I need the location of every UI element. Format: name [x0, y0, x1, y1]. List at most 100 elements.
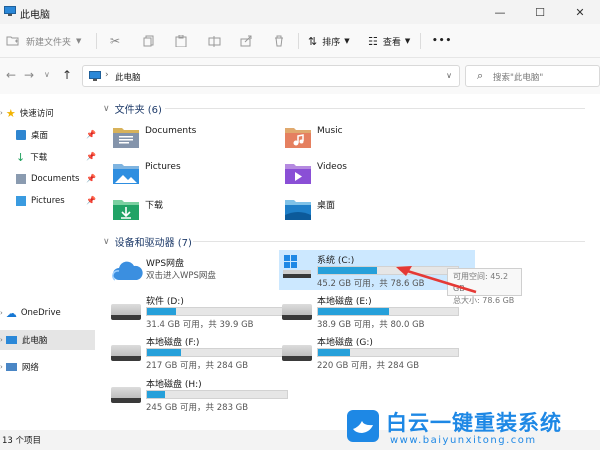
share-button[interactable] [240, 32, 252, 50]
watermark-title: 白云一键重装系统 [386, 411, 562, 435]
drive-name: 软件 (D:) [146, 297, 184, 307]
pin-icon[interactable]: 📌 [86, 174, 96, 183]
minimize-button[interactable]: — [480, 0, 520, 24]
watermark-url: www.baiyunxitong.com [390, 435, 537, 446]
forward-arrow-icon[interactable]: → [24, 68, 34, 82]
folders-header-label: 文件夹 (6) [114, 105, 162, 116]
folder-label: Music [317, 126, 343, 136]
devices-header-label: 设备和驱动器 (7) [114, 238, 192, 249]
folder-desktop[interactable]: 桌面 [284, 196, 444, 222]
drive-usage-fill [147, 349, 181, 356]
collapse-chevron-icon[interactable]: ∨ [103, 237, 110, 247]
wps-cloud-drive[interactable]: WPS网盘 双击进入WPS网盘 [111, 256, 301, 296]
toolbar-divider [420, 33, 421, 49]
drive-h[interactable]: 本地磁盘 (H:) 245 GB 可用，共 283 GB [111, 377, 301, 417]
sidebar-item-pictures[interactable]: Pictures [16, 192, 65, 210]
drive-usage-bar [146, 307, 288, 316]
sidebar-item-quick-access[interactable]: › ★ 快速访问 [0, 104, 54, 122]
network-icon [5, 363, 17, 371]
recent-chevron-icon[interactable]: ∨ [44, 70, 50, 79]
drive-name: WPS网盘 [146, 259, 185, 269]
navigation-pane: › ★ 快速访问 桌面 📌 ↓ 下载 📌 Documents 📌 Picture… [0, 94, 97, 430]
folder-documents[interactable]: Documents [112, 124, 272, 150]
sidebar-item-label: OneDrive [20, 308, 61, 318]
desktop-folder-icon [285, 200, 311, 220]
cloud-icon: ☁ [5, 306, 17, 320]
sidebar-item-label: 快速访问 [19, 109, 54, 119]
folder-music[interactable]: Music [284, 124, 444, 150]
drive-e[interactable]: 本地磁盘 (E:) 38.9 GB 可用，共 80.0 GB [282, 294, 472, 334]
folder-label: Documents [145, 126, 197, 136]
folders-section-header[interactable]: ∨ 文件夹 (6) [103, 101, 162, 117]
hard-drive-icon [111, 345, 141, 361]
view-icon: ☷ [368, 34, 378, 48]
drive-name: 系统 (C:) [317, 256, 355, 266]
folder-downloads[interactable]: 下载 [112, 196, 272, 222]
copy-button[interactable] [143, 32, 155, 50]
drive-d[interactable]: 软件 (D:) 31.4 GB 可用，共 39.9 GB [111, 294, 301, 334]
more-options-button[interactable]: ••• [432, 32, 452, 50]
section-divider [165, 108, 585, 109]
view-button[interactable]: ☷ 查看 ▼ [368, 32, 410, 50]
pin-icon[interactable]: 📌 [86, 152, 96, 161]
breadcrumb-this-pc[interactable]: 此电脑 [115, 71, 141, 83]
videos-folder-icon [285, 164, 311, 184]
drive-usage-fill [147, 308, 177, 315]
delete-button[interactable] [273, 32, 285, 50]
drive-f[interactable]: 本地磁盘 (F:) 217 GB 可用，共 284 GB [111, 335, 301, 375]
drive-usage-fill [318, 267, 377, 274]
maximize-button[interactable]: ☐ [520, 0, 560, 24]
sidebar-item-label: 桌面 [31, 131, 49, 141]
expand-chevron-icon[interactable]: › [0, 336, 3, 344]
collapse-chevron-icon[interactable]: ∨ [103, 104, 110, 114]
address-dropdown-chevron-icon[interactable]: ∨ [446, 71, 452, 80]
new-folder-icon [6, 36, 19, 46]
sidebar-item-label: 下载 [30, 153, 48, 163]
sidebar-item-onedrive[interactable]: › ☁ OneDrive [0, 304, 61, 322]
sidebar-item-documents[interactable]: Documents [16, 170, 79, 188]
folder-label: Videos [317, 162, 347, 172]
drive-g[interactable]: 本地磁盘 (G:) 220 GB 可用，共 284 GB [282, 335, 472, 375]
folder-pictures[interactable]: Pictures [112, 160, 272, 186]
documents-icon [16, 174, 26, 184]
this-pc-icon [5, 336, 17, 344]
pin-icon[interactable]: 📌 [86, 196, 96, 205]
hard-drive-icon [282, 345, 312, 361]
drive-usage-bar [317, 348, 459, 357]
sidebar-item-this-pc[interactable]: › 此电脑 [0, 330, 95, 350]
cut-button[interactable]: ✂ [110, 32, 120, 50]
drive-usage-fill [318, 308, 390, 315]
hard-drive-icon [111, 387, 141, 403]
close-button[interactable]: ✕ [560, 0, 600, 24]
sidebar-item-network[interactable]: › 网络 [0, 358, 39, 376]
drive-capacity: 217 GB 可用，共 284 GB [146, 361, 249, 371]
expand-chevron-icon[interactable]: › [0, 109, 3, 117]
sidebar-item-label: 此电脑 [21, 336, 48, 346]
pin-icon[interactable]: 📌 [86, 130, 96, 139]
up-arrow-icon[interactable]: ↑ [62, 68, 72, 82]
folder-videos[interactable]: Videos [284, 160, 444, 186]
expand-chevron-icon[interactable]: › [0, 309, 3, 317]
sidebar-item-downloads[interactable]: ↓ 下载 [16, 148, 47, 166]
breadcrumb-chevron-icon: › [105, 70, 109, 80]
drive-capacity: 245 GB 可用，共 283 GB [146, 403, 249, 413]
new-folder-button[interactable]: 新建文件夹 ▼ [6, 32, 81, 50]
sidebar-item-desktop[interactable]: 桌面 [16, 126, 48, 144]
back-arrow-icon[interactable]: ← [6, 68, 16, 82]
devices-section-header[interactable]: ∨ 设备和驱动器 (7) [103, 234, 192, 250]
search-input[interactable]: ⌕ 搜索"此电脑" [465, 65, 600, 87]
address-field[interactable]: › 此电脑 ∨ [82, 65, 460, 87]
scissors-icon: ✂ [110, 34, 121, 48]
rename-button[interactable] [208, 32, 221, 50]
item-count: 13 个项目 [2, 436, 42, 446]
pictures-folder-icon [113, 164, 139, 184]
paste-button[interactable] [175, 32, 187, 50]
drive-description: 双击进入WPS网盘 [146, 271, 216, 281]
pictures-icon [16, 196, 26, 206]
sort-button[interactable]: ⇅ 排序 ▼ [308, 32, 350, 50]
title-bar: 此电脑 — ☐ ✕ [0, 0, 600, 24]
share-icon [240, 35, 252, 47]
chevron-down-icon: ▼ [404, 37, 411, 45]
expand-chevron-icon[interactable]: › [0, 363, 3, 371]
sort-icon: ⇅ [308, 34, 318, 48]
